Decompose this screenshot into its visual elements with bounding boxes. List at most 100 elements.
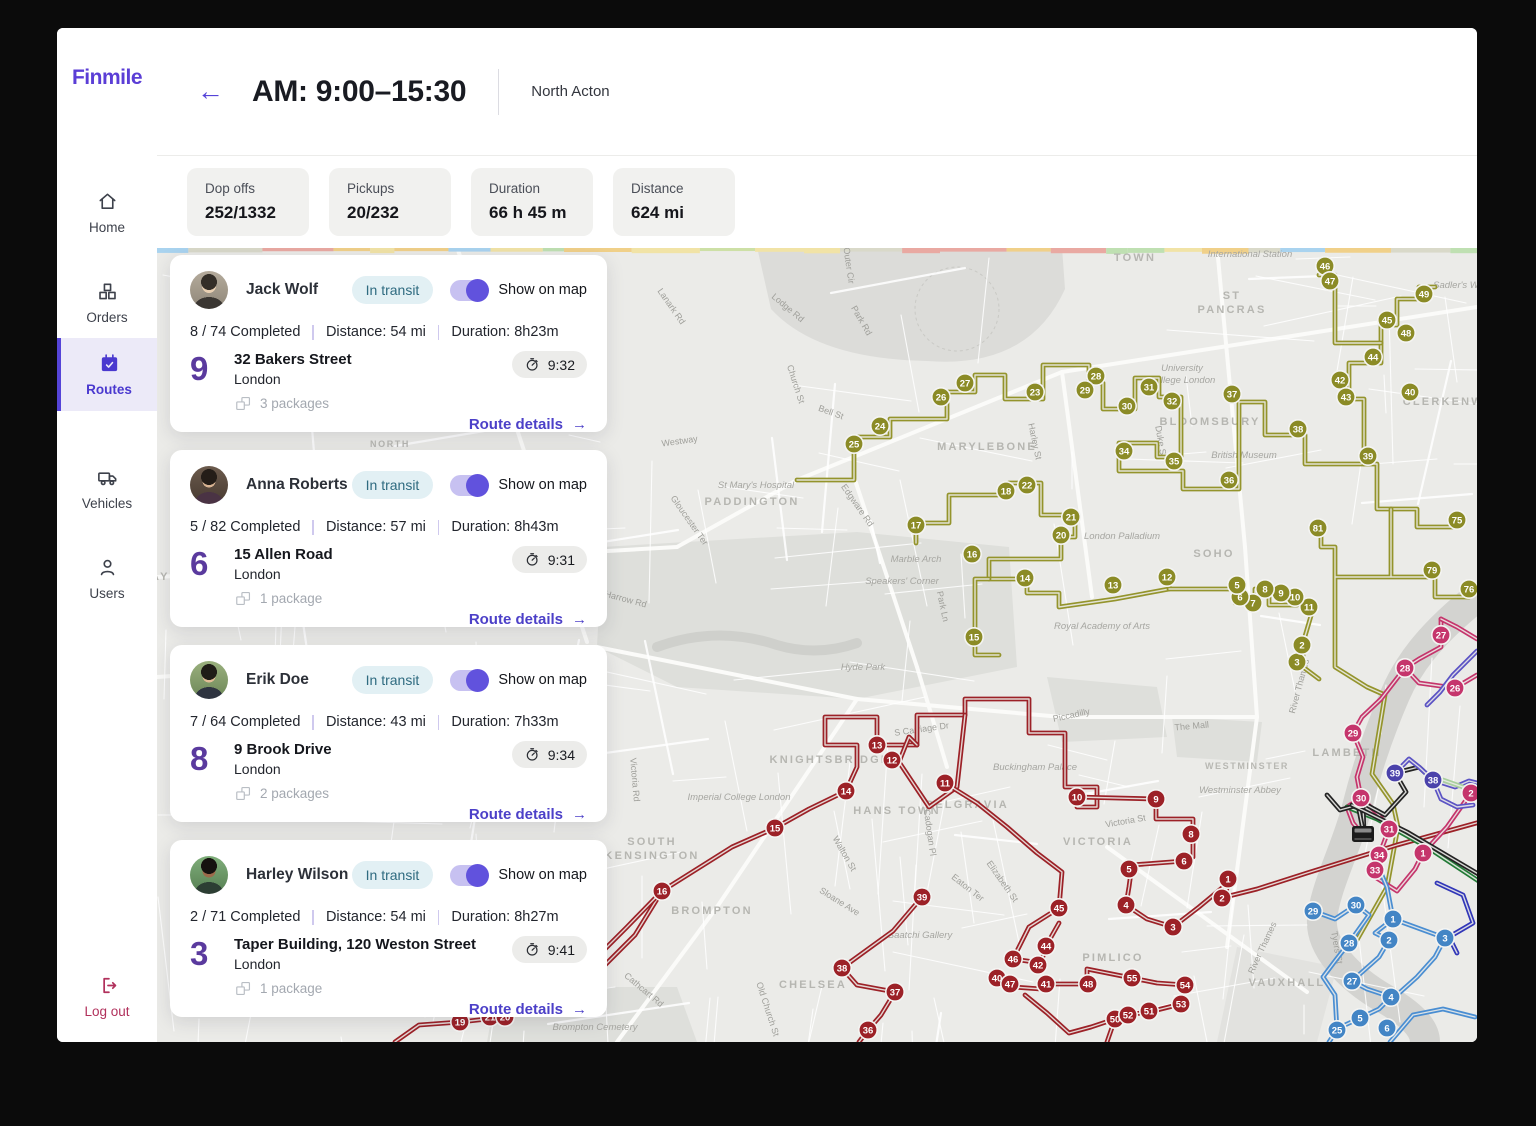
stat-label: Pickups [347, 181, 433, 196]
sidebar-item-routes[interactable]: Routes [57, 338, 157, 411]
arrow-right-icon: → [572, 1001, 587, 1018]
separator [438, 520, 440, 535]
svg-text:28: 28 [1344, 938, 1355, 949]
svg-text:7: 7 [1250, 598, 1255, 609]
logout-button[interactable]: Log out [57, 974, 157, 1019]
orders-icon [96, 280, 119, 303]
sidebar-item-home[interactable]: Home [57, 176, 157, 249]
stat-value: 20/232 [347, 203, 433, 223]
route-details-link[interactable]: Route details → [469, 416, 587, 433]
sidebar-item-label: Home [89, 220, 125, 235]
svg-text:36: 36 [1224, 475, 1235, 486]
svg-text:31: 31 [1384, 824, 1395, 835]
main-area: ← AM: 9:00–15:30 North Acton Dop offs 2 5… [157, 28, 1477, 1042]
route-details-link[interactable]: Route details → [469, 1001, 587, 1018]
sidebar-item-orders[interactable]: Orders [57, 266, 157, 339]
svg-text:Royal Academy of Arts: Royal Academy of Arts [1054, 621, 1150, 632]
truck-icon [1352, 826, 1374, 842]
svg-text:55: 55 [1127, 973, 1138, 984]
svg-text:KNIGHTSBRIDGE: KNIGHTSBRIDGE [770, 754, 891, 766]
svg-text:9: 9 [1278, 588, 1283, 599]
duration-value: Duration: 8h23m [451, 324, 558, 340]
svg-text:10: 10 [1290, 592, 1301, 603]
stat-label: Dop offs [205, 181, 291, 196]
svg-text:38: 38 [1428, 775, 1439, 786]
svg-text:2: 2 [1468, 788, 1473, 799]
avatar [190, 661, 228, 699]
stat-card: Pickups 20/232 [329, 168, 451, 236]
svg-text:3: 3 [1442, 933, 1447, 944]
driver-name: Jack Wolf [246, 281, 318, 299]
route-details-link[interactable]: Route details → [469, 611, 587, 628]
separator [312, 715, 314, 730]
svg-text:33: 33 [1370, 865, 1381, 876]
svg-text:39: 39 [1390, 768, 1401, 779]
show-on-map-label: Show on map [498, 282, 587, 298]
distance-value: Distance: 57 mi [326, 519, 426, 535]
svg-text:38: 38 [837, 963, 848, 974]
svg-text:5: 5 [1126, 864, 1132, 875]
svg-text:British Museum: British Museum [1211, 450, 1277, 461]
svg-text:12: 12 [887, 755, 898, 766]
avatar [190, 856, 228, 894]
route-details-link[interactable]: Route details → [469, 806, 587, 823]
arrow-right-icon: → [572, 416, 587, 433]
svg-text:30: 30 [1351, 900, 1362, 911]
sidebar-item-label: Vehicles [82, 496, 132, 511]
svg-text:53: 53 [1176, 999, 1187, 1010]
show-on-map-label: Show on map [498, 867, 587, 883]
svg-text:46: 46 [1008, 954, 1019, 965]
driver-card: Erik Doe In transit Show on map 7 / 64 C… [170, 645, 607, 822]
back-button[interactable]: ← [197, 78, 224, 105]
sidebar-item-users[interactable]: Users [57, 542, 157, 615]
driver-card: Jack Wolf In transit Show on map 8 / 74 … [170, 255, 607, 432]
package-icon [234, 394, 253, 413]
separator [438, 325, 440, 340]
sidebar-item-label: Orders [86, 310, 127, 325]
vehicles-icon [96, 466, 119, 489]
svg-text:37: 37 [890, 987, 901, 998]
svg-text:24: 24 [875, 421, 886, 432]
eta-pill: 9:31 [512, 546, 587, 573]
svg-text:2: 2 [1386, 935, 1391, 946]
svg-text:29: 29 [1348, 728, 1359, 739]
svg-text:26: 26 [936, 392, 947, 403]
users-icon [96, 556, 119, 579]
svg-text:3: 3 [1170, 922, 1175, 933]
svg-text:Hyde Park: Hyde Park [841, 662, 887, 673]
svg-text:ST: ST [1223, 290, 1241, 302]
svg-text:21: 21 [1066, 512, 1077, 523]
svg-text:79: 79 [1427, 565, 1438, 576]
svg-text:1: 1 [1390, 914, 1396, 925]
packages-count: 1 package [260, 981, 322, 996]
svg-text:75: 75 [1452, 515, 1463, 526]
svg-text:28: 28 [1400, 663, 1411, 674]
svg-text:15: 15 [969, 632, 980, 643]
svg-text:Speakers' Corner: Speakers' Corner [865, 576, 939, 587]
distance-value: Distance: 43 mi [326, 714, 426, 730]
separator [438, 715, 440, 730]
show-on-map-toggle[interactable] [450, 865, 488, 886]
toggle-knob [466, 279, 489, 302]
svg-text:22: 22 [1022, 480, 1033, 491]
status-badge: In transit [352, 666, 434, 694]
stop-address: Taper Building, 120 Weston Street [234, 936, 469, 953]
avatar [190, 271, 228, 309]
routes-icon [98, 352, 121, 375]
app-window: Finmile Home Orders Routes Vehicles User… [57, 28, 1477, 1042]
show-on-map-toggle[interactable] [450, 670, 488, 691]
svg-text:5: 5 [1234, 580, 1240, 591]
stop-city: London [234, 761, 469, 777]
svg-text:LAMBETH: LAMBETH [1312, 747, 1381, 759]
sidebar-item-vehicles[interactable]: Vehicles [57, 452, 157, 525]
show-on-map-toggle[interactable] [450, 280, 488, 301]
separator [312, 910, 314, 925]
status-badge: In transit [352, 276, 434, 304]
svg-text:3: 3 [1294, 657, 1299, 668]
stop-city: London [234, 566, 469, 582]
header: ← AM: 9:00–15:30 North Acton [157, 28, 1477, 156]
show-on-map-toggle[interactable] [450, 475, 488, 496]
stop-number: 9 [190, 351, 234, 433]
stop-number: 6 [190, 546, 234, 628]
sidebar-item-label: Routes [86, 382, 132, 397]
